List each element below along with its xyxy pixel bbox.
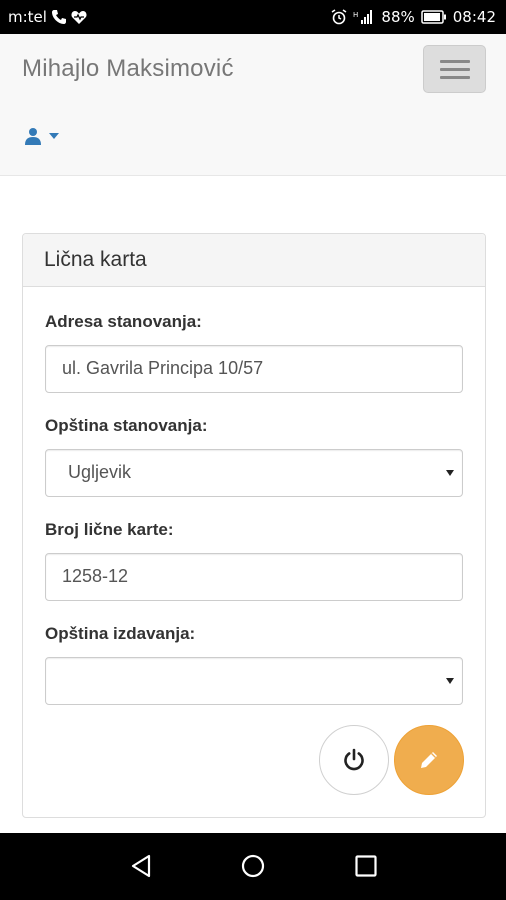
field-label: Broj lične karte: bbox=[45, 520, 174, 539]
battery-percent: 88% bbox=[381, 8, 415, 26]
hamburger-icon-bar bbox=[440, 76, 470, 79]
select-value: Ugljevik bbox=[68, 462, 132, 482]
field-residence-municipality: Opština stanovanja: Ugljevik bbox=[45, 416, 464, 497]
field-id-number: Broj lične karte: 1258-12 bbox=[45, 520, 464, 601]
residence-municipality-select[interactable]: Ugljevik bbox=[45, 449, 463, 497]
edit-button[interactable] bbox=[394, 725, 464, 795]
field-label: Opština izdavanja: bbox=[45, 624, 196, 643]
status-bar: m:tel H 88% 08:42 bbox=[0, 0, 506, 34]
back-icon[interactable] bbox=[130, 854, 154, 878]
select-caret-icon bbox=[446, 470, 454, 476]
user-icon bbox=[25, 128, 41, 145]
alarm-icon bbox=[331, 9, 347, 25]
carrier-label: m:tel bbox=[8, 8, 47, 26]
id-number-input[interactable]: 1258-12 bbox=[45, 553, 463, 601]
hamburger-icon-bar bbox=[440, 68, 470, 71]
field-label: Opština stanovanja: bbox=[45, 416, 208, 435]
hamburger-icon bbox=[440, 60, 470, 63]
navbar-brand[interactable]: Mihajlo Maksimović bbox=[22, 55, 234, 83]
battery-icon bbox=[421, 10, 446, 24]
field-label: Adresa stanovanja: bbox=[45, 312, 202, 331]
call-icon bbox=[51, 10, 66, 24]
menu-toggle-button[interactable] bbox=[423, 45, 486, 93]
home-icon[interactable] bbox=[241, 854, 265, 878]
health-heart-icon bbox=[71, 10, 87, 24]
android-nav-bar bbox=[0, 833, 506, 900]
power-icon bbox=[344, 748, 364, 771]
clock: 08:42 bbox=[452, 8, 496, 26]
field-address: Adresa stanovanja: ul. Gavrila Principa … bbox=[45, 312, 464, 393]
field-issuing-municipality: Opština izdavanja: bbox=[45, 624, 464, 705]
select-caret-icon bbox=[446, 678, 454, 684]
issuing-municipality-select[interactable] bbox=[45, 657, 463, 705]
user-dropdown[interactable] bbox=[24, 127, 60, 145]
navbar: Mihajlo Maksimović bbox=[0, 34, 506, 176]
svg-text:H: H bbox=[353, 11, 358, 19]
caret-down-icon bbox=[49, 133, 59, 139]
pencil-icon bbox=[421, 752, 437, 768]
id-card-panel: Lična karta Adresa stanovanja: ul. Gavri… bbox=[22, 233, 486, 818]
address-input[interactable]: ul. Gavrila Principa 10/57 bbox=[45, 345, 463, 393]
logout-button[interactable] bbox=[319, 725, 389, 795]
recents-icon[interactable] bbox=[354, 854, 378, 878]
signal-icon: H bbox=[353, 10, 373, 24]
panel-title: Lična karta bbox=[23, 234, 485, 287]
